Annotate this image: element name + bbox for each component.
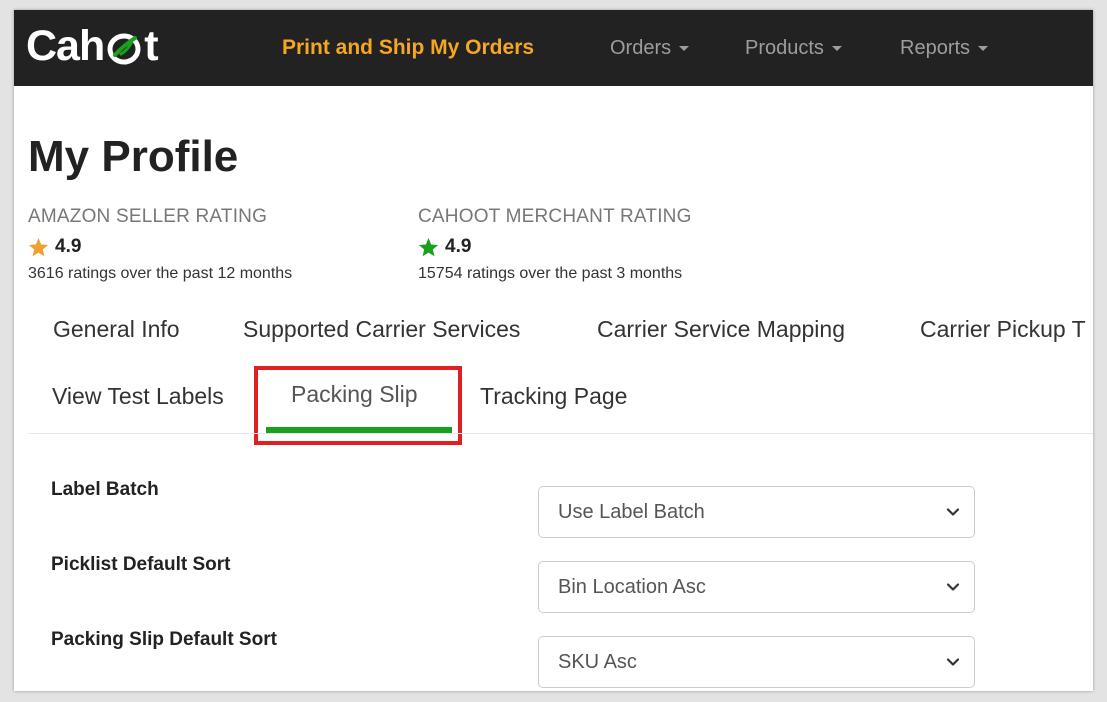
rating-count: 3616 ratings over the past 12 months: [28, 265, 293, 282]
chevron-down-icon: [946, 508, 960, 516]
packing-slip-default-sort-value: SKU Asc: [558, 650, 637, 673]
logo-text-suffix: t: [144, 21, 158, 70]
logo-leaf-icon: [107, 33, 141, 65]
chevron-down-icon: [946, 658, 960, 666]
tab-carrier-pickup[interactable]: Carrier Pickup T: [920, 316, 1086, 343]
nav-products-menu[interactable]: Products: [745, 10, 842, 86]
picklist-default-sort-label: Picklist Default Sort: [51, 554, 231, 575]
tabs-divider: [28, 433, 1093, 434]
chevron-down-icon: [946, 583, 960, 591]
rating-title: AMAZON SELLER RATING: [28, 206, 268, 227]
label-batch-value: Use Label Batch: [558, 500, 705, 523]
chevron-down-icon: [679, 45, 690, 51]
star-icon: [418, 237, 439, 257]
chevron-down-icon: [831, 45, 842, 51]
label-batch-select[interactable]: Use Label Batch: [538, 486, 975, 538]
chevron-down-icon: [978, 45, 989, 51]
rating-title: CAHOOT MERCHANT RATING: [418, 206, 692, 227]
cahoot-logo[interactable]: Cah t: [26, 21, 159, 70]
rating-score: 4.9: [418, 236, 692, 258]
tab-view-test-labels[interactable]: View Test Labels: [52, 383, 224, 410]
rating-score-value: 4.9: [55, 236, 82, 257]
label-batch-label: Label Batch: [51, 479, 159, 500]
rating-count: 15754 ratings over the past 3 months: [418, 265, 683, 282]
packing-slip-default-sort-select[interactable]: SKU Asc: [538, 636, 975, 688]
picklist-default-sort-select[interactable]: Bin Location Asc: [538, 561, 975, 613]
tab-supported-carrier-services[interactable]: Supported Carrier Services: [243, 316, 520, 343]
logo-text-prefix: Cah: [26, 21, 105, 70]
cahoot-merchant-rating: CAHOOT MERCHANT RATING 4.9 15754 ratings…: [418, 206, 692, 283]
nav-orders-label: Orders: [610, 36, 672, 59]
nav-reports-label: Reports: [900, 36, 971, 59]
nav-print-and-ship[interactable]: Print and Ship My Orders: [282, 10, 534, 86]
amazon-seller-rating: AMAZON SELLER RATING 4.9 3616 ratings ov…: [28, 206, 292, 283]
nav-reports-menu[interactable]: Reports: [900, 10, 989, 86]
rating-score: 4.9: [28, 236, 292, 258]
nav-orders-menu[interactable]: Orders: [610, 10, 690, 86]
rating-score-value: 4.9: [445, 236, 472, 257]
tab-carrier-service-mapping[interactable]: Carrier Service Mapping: [597, 316, 845, 343]
tab-tracking-page[interactable]: Tracking Page: [480, 383, 627, 410]
star-icon: [28, 237, 49, 257]
picklist-default-sort-value: Bin Location Asc: [558, 575, 706, 598]
nav-products-label: Products: [745, 36, 824, 59]
page-title: My Profile: [28, 132, 239, 181]
tab-general-info[interactable]: General Info: [53, 316, 180, 343]
top-navbar: Cah t Print and Ship My Orders Orders Pr…: [14, 10, 1093, 86]
app-window: Cah t Print and Ship My Orders Orders Pr…: [14, 10, 1093, 691]
packing-slip-default-sort-label: Packing Slip Default Sort: [51, 629, 277, 650]
